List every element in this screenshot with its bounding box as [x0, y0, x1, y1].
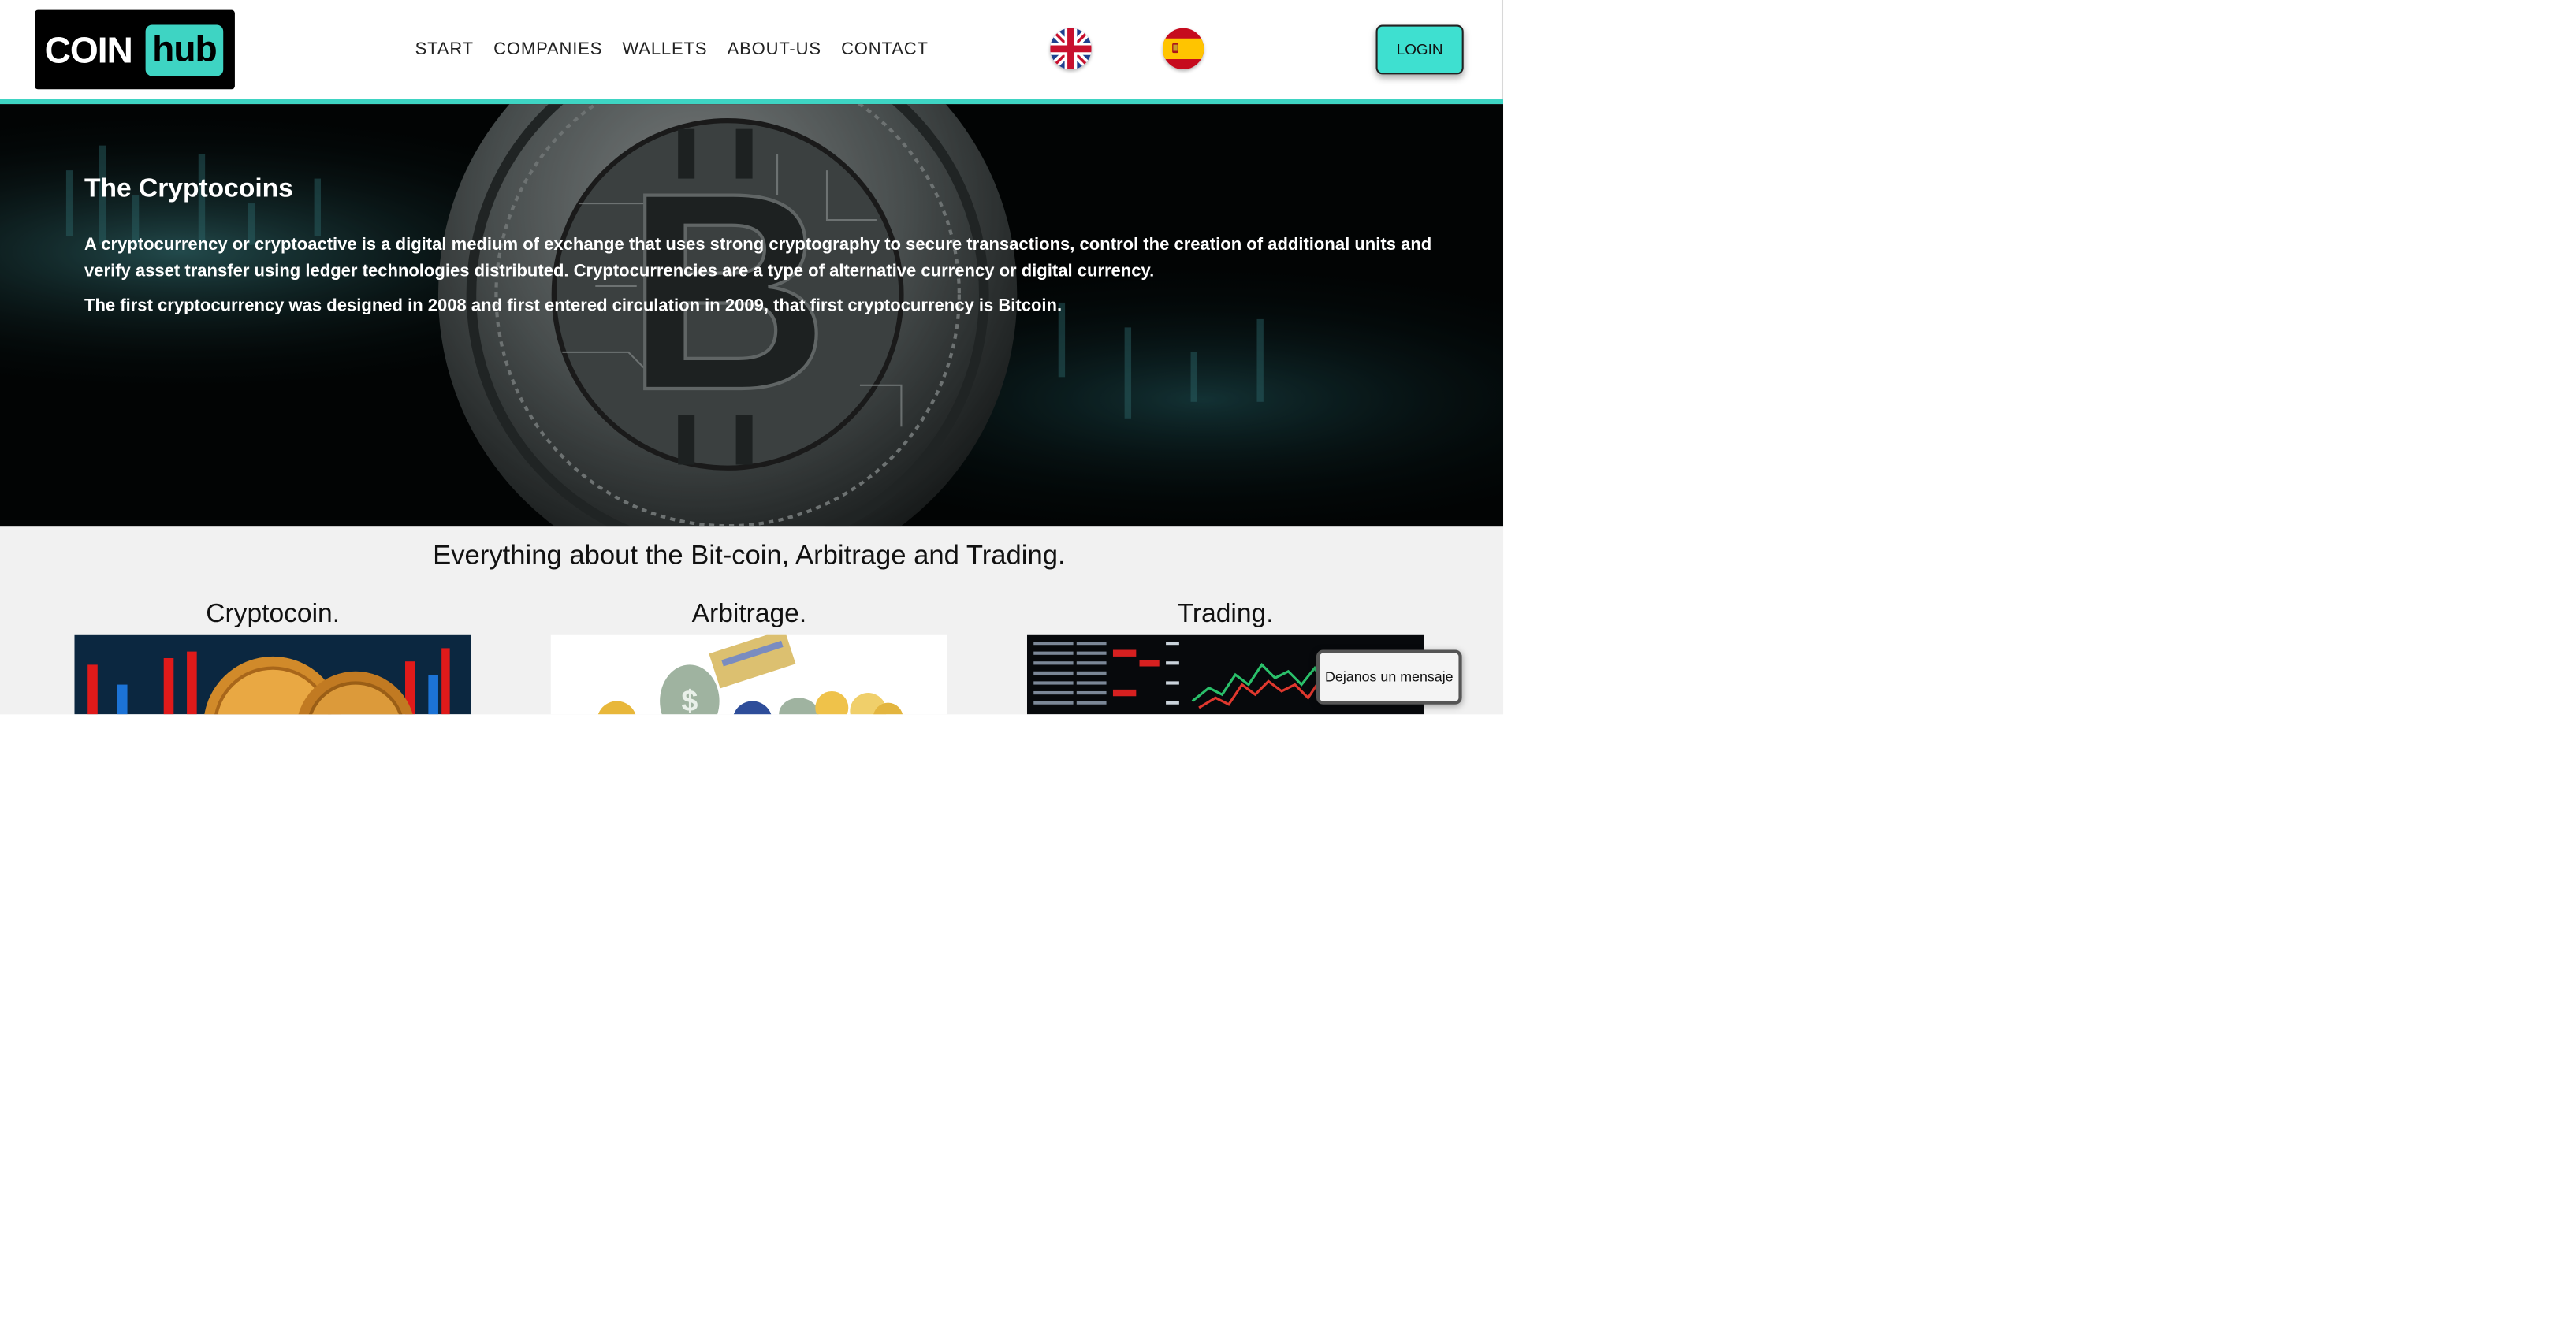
- spain-flag-icon[interactable]: [1162, 28, 1204, 70]
- svg-text:$: $: [681, 685, 698, 714]
- nav-item-companies[interactable]: COMPANIES: [493, 38, 602, 61]
- page: COIN hub START COMPANIES WALLETS ABOUT-U…: [0, 0, 2575, 1321]
- browser-viewport: COIN hub START COMPANIES WALLETS ABOUT-U…: [0, 0, 1504, 715]
- nav-item-start[interactable]: START: [415, 38, 474, 61]
- card-title-arbitrage: Arbitrage.: [691, 600, 807, 629]
- hero-paragraph-history: The first cryptocurrency was designed in…: [84, 296, 1063, 316]
- coinhub-logo[interactable]: COIN hub: [35, 9, 235, 90]
- login-button[interactable]: LOGIN: [1375, 24, 1464, 75]
- nav-item-about-us[interactable]: ABOUT-US: [728, 38, 821, 61]
- hero-banner: B The Cryptocoins A cryptocurrency or cr…: [0, 104, 1504, 527]
- arbitrage-card-image[interactable]: $: [550, 634, 948, 715]
- nav-item-contact[interactable]: CONTACT: [841, 38, 929, 61]
- uk-flag-icon[interactable]: [1050, 28, 1092, 70]
- leave-message-button[interactable]: Dejanos un mensaje: [1316, 649, 1462, 705]
- logo-coin-text: COIN: [44, 29, 133, 72]
- main-nav: START COMPANIES WALLETS ABOUT-US CONTACT: [415, 38, 929, 61]
- card-title-trading: Trading.: [1177, 600, 1274, 629]
- logo-hub-text: hub: [145, 24, 224, 76]
- top-navigation-bar: COIN hub START COMPANIES WALLETS ABOUT-U…: [0, 0, 1504, 99]
- section-title: Everything about the Bit-coin, Arbitrage…: [433, 541, 1066, 571]
- cryptocoin-card-image[interactable]: [74, 634, 471, 715]
- hero-title: The Cryptocoins: [84, 175, 293, 204]
- hero-paragraph-definition: A cryptocurrency or cryptoactive is a di…: [84, 234, 1432, 281]
- card-title-cryptocoin: Cryptocoin.: [206, 600, 341, 629]
- nav-item-wallets[interactable]: WALLETS: [622, 38, 707, 61]
- header-edge-divider: [1501, 0, 1504, 99]
